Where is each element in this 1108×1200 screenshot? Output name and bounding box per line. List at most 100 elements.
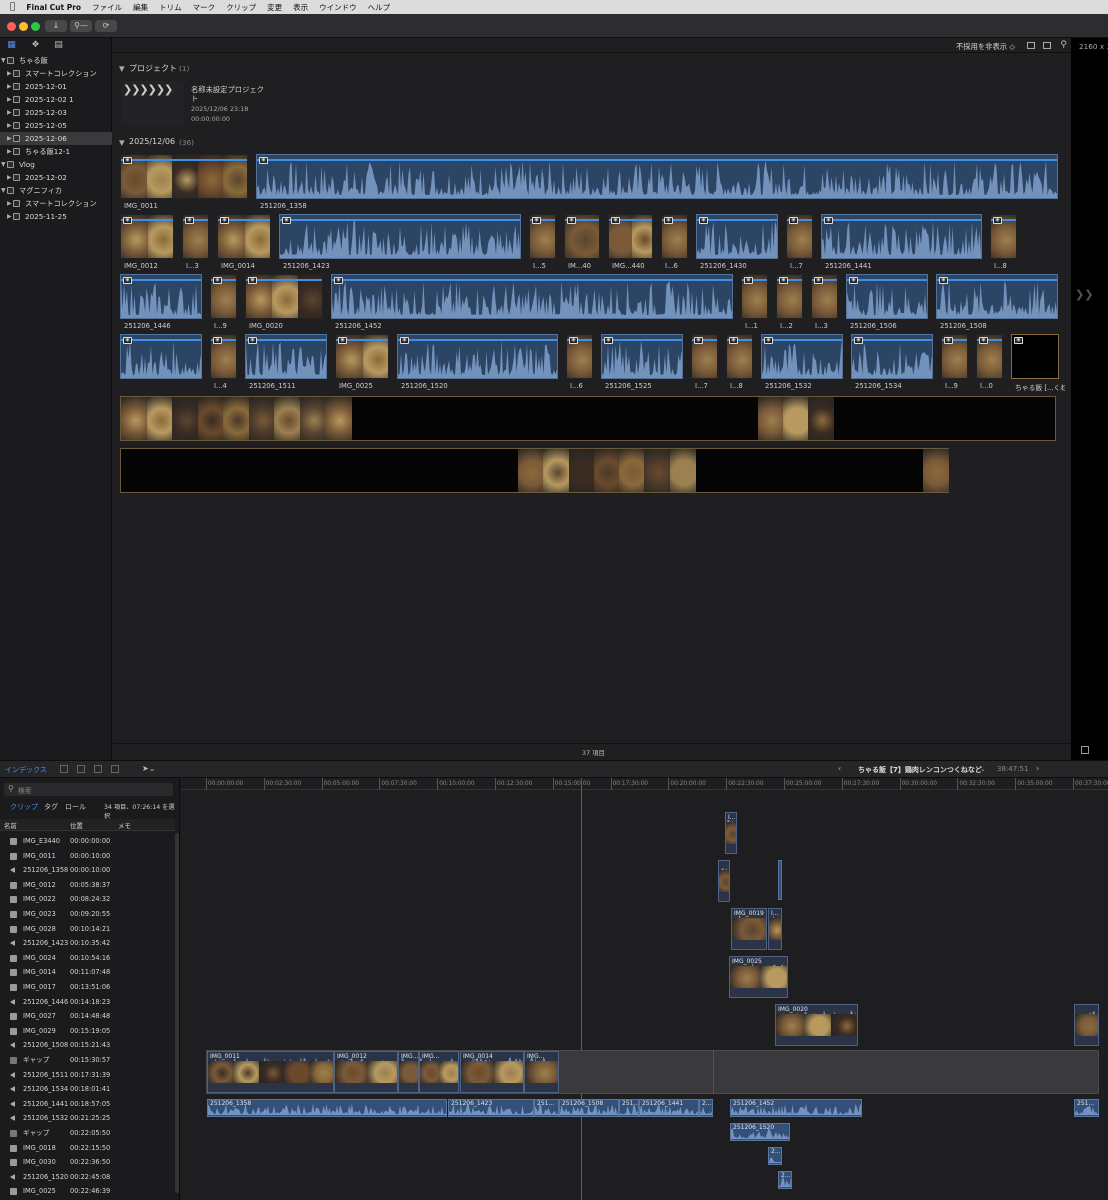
zoom-window-icon[interactable]	[31, 22, 40, 31]
index-row[interactable]: IMG_0017 00:13:51:06	[0, 980, 175, 995]
video-clip[interactable]: ◉	[990, 214, 1017, 259]
connected-clip[interactable]	[778, 860, 782, 900]
timeline-video-clip[interactable]: IMG...	[398, 1051, 419, 1093]
timeline-audio-clip[interactable]: 251...	[534, 1099, 559, 1117]
minimize-window-icon[interactable]	[19, 22, 28, 31]
timeline-audio-clip[interactable]: 251...	[1074, 1099, 1099, 1117]
timeline-audio-clip[interactable]: 251206_1508	[559, 1099, 619, 1117]
index-row[interactable]: 251206_1532 00:21:25:25	[0, 1111, 175, 1126]
disclosure-icon[interactable]: ▶	[7, 67, 12, 80]
menu-window[interactable]: ウインドウ	[319, 2, 357, 13]
connected-clip[interactable]: I...	[768, 908, 782, 950]
video-clip[interactable]: ◉	[941, 334, 968, 379]
select-tool-icon[interactable]: ➤⌄	[142, 764, 155, 773]
import-button[interactable]: ↓	[45, 20, 67, 32]
disclosure-icon[interactable]: ▶	[7, 93, 12, 106]
menu-file[interactable]: ファイル	[92, 2, 122, 13]
video-clip[interactable]: ◉	[120, 154, 248, 199]
timeline-audio-clip[interactable]: 251...	[619, 1099, 639, 1117]
index-row[interactable]: IMG_0011 00:00:10:00	[0, 849, 175, 864]
index-row[interactable]: IMG_0028 00:10:14:21	[0, 922, 175, 937]
event-item[interactable]: ▶ スマートコレクション	[0, 67, 112, 80]
disclosure-icon[interactable]: ▶	[7, 145, 12, 158]
video-clip[interactable]: ◉	[691, 334, 718, 379]
menu-help[interactable]: ヘルプ	[368, 2, 391, 13]
timeline-audio-clip[interactable]: 251206_1358	[207, 1099, 447, 1117]
filmstrip-clip[interactable]	[120, 448, 949, 493]
project-clip[interactable]: ◉	[1011, 334, 1059, 379]
index-row[interactable]: 251206_1446 00:14:18:23	[0, 995, 175, 1010]
disclosure-icon[interactable]: ▼	[1, 158, 6, 171]
background-tasks-button[interactable]: ⟳	[95, 20, 117, 32]
disclosure-icon[interactable]: ▶	[7, 132, 12, 145]
tab-clips[interactable]: クリップ	[10, 802, 38, 812]
libraries-tab-icon[interactable]: ▦	[6, 40, 17, 51]
disclosure-icon[interactable]: ▶	[7, 119, 12, 132]
video-clip[interactable]: ◉	[564, 214, 600, 259]
disclosure-icon[interactable]: ▶	[7, 171, 12, 184]
menu-clip[interactable]: クリップ	[226, 2, 256, 13]
timeline-video-clip[interactable]: IMG_0011	[207, 1051, 334, 1093]
search-icon[interactable]: ⚲	[1060, 40, 1067, 50]
project-title[interactable]: ちゃる飯【7】鶏肉レンコンつくねなど	[858, 765, 982, 775]
back-arrow-icon[interactable]: ‹	[838, 764, 841, 773]
disclosure-icon[interactable]: ▶	[7, 210, 12, 223]
column-name[interactable]: 名前	[4, 821, 17, 830]
index-row[interactable]: IMG_0024 00:10:54:16	[0, 951, 175, 966]
menu-edit[interactable]: 編集	[133, 2, 148, 13]
menu-trim[interactable]: トリム	[159, 2, 182, 13]
index-row[interactable]: IMG_0023 00:09:20:55	[0, 907, 175, 922]
audio-clip[interactable]: ◉	[851, 334, 933, 379]
audio-clip[interactable]: ◉	[120, 274, 202, 319]
column-notes[interactable]: メモ	[118, 821, 131, 830]
apple-icon[interactable]: 	[10, 2, 15, 12]
insert-clip-icon[interactable]	[94, 765, 102, 773]
viewer-display-icon[interactable]	[1081, 746, 1089, 754]
disclosure-icon[interactable]: ▶	[7, 197, 12, 210]
menu-mark[interactable]: マーク	[193, 2, 216, 13]
index-row[interactable]: 251206_1441 00:18:57:05	[0, 1097, 175, 1112]
index-row[interactable]: 251206_1508 00:15:21:43	[0, 1038, 175, 1053]
video-clip[interactable]: ◉	[120, 214, 174, 259]
menu-view[interactable]: 表示	[293, 2, 308, 13]
connected-clip[interactable]: IMG_0025	[729, 956, 788, 998]
project-thumbnail[interactable]: ❯❯❯❯❯❯	[121, 81, 184, 125]
close-window-icon[interactable]	[7, 22, 16, 31]
tab-roles[interactable]: ロール	[65, 802, 86, 812]
clip-appearance-icon[interactable]	[1027, 42, 1035, 49]
timeline-audio-clip[interactable]: 2...	[778, 1171, 792, 1189]
index-row[interactable]: ギャップ 00:22:05:50	[0, 1126, 175, 1141]
video-clip[interactable]: ◉	[811, 274, 838, 319]
menu-modify[interactable]: 変更	[267, 2, 282, 13]
video-clip[interactable]: ◉	[726, 334, 753, 379]
audio-clip[interactable]: ◉	[761, 334, 843, 379]
filter-popup[interactable]: 不採用を非表示 ◇	[956, 42, 1015, 52]
disclosure-icon[interactable]: ▶	[7, 80, 12, 93]
clip-appearance-icon[interactable]	[60, 765, 68, 773]
video-clip[interactable]: ◉	[566, 334, 593, 379]
audio-clip[interactable]: ◉	[256, 154, 1058, 199]
index-row[interactable]: IMG_E3440 00:00:00:00	[0, 834, 175, 849]
video-clip[interactable]: ◉	[210, 274, 237, 319]
connected-clip[interactable]: IMG_0020	[775, 1004, 858, 1046]
index-row[interactable]: IMG_0018 00:22:15:50	[0, 1141, 175, 1156]
search-input[interactable]: ⚲ 検索	[4, 783, 173, 796]
disclosure-icon[interactable]: ▼	[119, 138, 125, 147]
connected-clip[interactable]: IMG_0019	[731, 908, 767, 950]
disclosure-icon[interactable]: ▼	[119, 64, 125, 73]
disclosure-icon[interactable]: ▶	[7, 106, 12, 119]
video-clip[interactable]: ◉	[210, 334, 237, 379]
audio-clip[interactable]: ◉	[936, 274, 1058, 319]
index-row[interactable]: 251206_1534 00:18:01:41	[0, 1082, 175, 1097]
connected-clip[interactable]	[1074, 1004, 1099, 1046]
audio-clip[interactable]: ◉	[821, 214, 982, 259]
index-row[interactable]: 251206_1423 00:10:35:42	[0, 936, 175, 951]
library-item[interactable]: ▼ マグニフィカ	[0, 184, 112, 197]
video-clip[interactable]: ◉	[217, 214, 271, 259]
timeline-audio-clip[interactable]: 2...	[699, 1099, 713, 1117]
connect-clip-icon[interactable]	[77, 765, 85, 773]
event-item[interactable]: ▶ 2025-12-06	[0, 132, 112, 145]
audio-clip[interactable]: ◉	[696, 214, 778, 259]
video-clip[interactable]: ◉	[335, 334, 389, 379]
audio-clip[interactable]: ◉	[331, 274, 733, 319]
